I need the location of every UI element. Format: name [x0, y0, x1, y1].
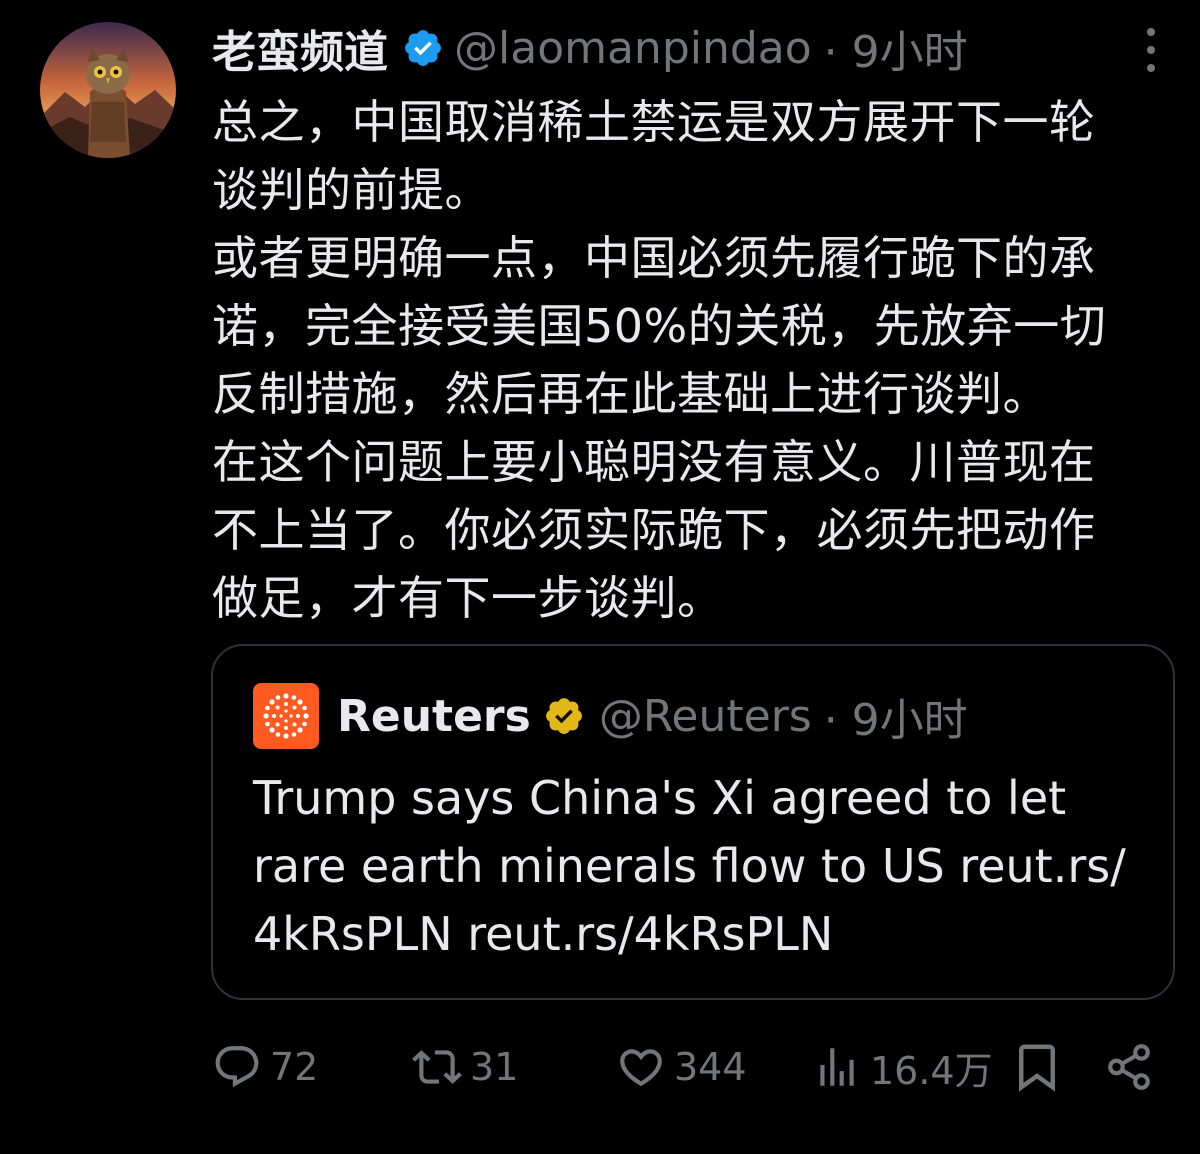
heart-icon: [620, 1049, 662, 1087]
tweet-text-line: 或者更明确一点，中国必须先履行跪下的承: [212, 231, 1096, 285]
quoted-tweet-header: Reuters @Reuters · 9小时: [253, 683, 968, 749]
quoted-text-line: 4kRsPLN reut.rs/4kRsPLN: [253, 907, 834, 961]
tweet-header: 老蛮频道 @laomanpindao · 9小时: [212, 20, 968, 79]
tweet-time[interactable]: · 9小时: [824, 16, 968, 80]
owl-avatar-image: [40, 22, 176, 158]
quoted-tweet-card[interactable]: Reuters @Reuters · 9小时 Trump says China'…: [211, 644, 1175, 1000]
tweet-text-line: 总之，中国取消稀土禁运是双方展开下一轮: [212, 95, 1096, 149]
reply-count: 72: [270, 1045, 319, 1089]
view-count: 16.4万: [870, 1048, 993, 1093]
repost-icon: [412, 1050, 462, 1084]
reply-button[interactable]: 72: [212, 1032, 318, 1102]
quoted-text-line: Trump says China's Xi agreed to let: [253, 771, 1067, 825]
like-button[interactable]: 344: [616, 1032, 747, 1102]
tweet-text-line: 谈判的前提。: [212, 163, 491, 217]
verified-badge-icon: [402, 27, 444, 69]
gold-verified-badge-icon: [543, 695, 585, 737]
tweet-text-line: 不上当了。你必须实际跪下，必须先把动作: [212, 503, 1096, 557]
author-display-name[interactable]: 老蛮频道: [212, 16, 388, 80]
like-count: 344: [674, 1045, 747, 1089]
views-chart-icon: [820, 1048, 854, 1086]
author-handle[interactable]: @laomanpindao: [454, 23, 812, 74]
quoted-author-display-name[interactable]: Reuters: [337, 691, 531, 742]
quoted-text-line: rare earth minerals flow to US reut.rs/: [253, 839, 1126, 893]
views-button[interactable]: 16.4万: [812, 1032, 993, 1102]
tweet-text-line: 在这个问题上要小聪明没有意义。川普现在: [212, 435, 1096, 489]
quoted-tweet-time[interactable]: · 9小时: [824, 684, 968, 748]
tweet-text: 总之，中国取消稀土禁运是双方展开下一轮 谈判的前提。 或者更明确一点，中国必须先…: [212, 88, 1177, 632]
tweet-action-bar: 72 31 344 16.4万: [212, 1032, 1162, 1102]
reply-icon: [215, 1046, 259, 1088]
bookmark-icon: [1019, 1044, 1055, 1092]
reuters-logo-icon[interactable]: [253, 683, 319, 749]
tweet-text-line: 反制措施，然后再在此基础上进行谈判。: [212, 367, 1049, 421]
tweet-text-line: 做足，才有下一步谈判。: [212, 571, 724, 625]
quoted-tweet-text: Trump says China's Xi agreed to let rare…: [253, 764, 1153, 968]
more-options-icon[interactable]: [1134, 28, 1168, 72]
avatar[interactable]: [40, 22, 176, 158]
share-button[interactable]: [1104, 1032, 1162, 1102]
tweet-text-line: 诺，完全接受美国50%的关税，先放弃一切: [212, 299, 1107, 353]
quoted-author-handle[interactable]: @Reuters: [599, 691, 812, 742]
repost-button[interactable]: 31: [412, 1032, 518, 1102]
share-icon: [1108, 1044, 1150, 1090]
bookmark-button[interactable]: [1010, 1032, 1072, 1102]
repost-count: 31: [470, 1045, 519, 1089]
